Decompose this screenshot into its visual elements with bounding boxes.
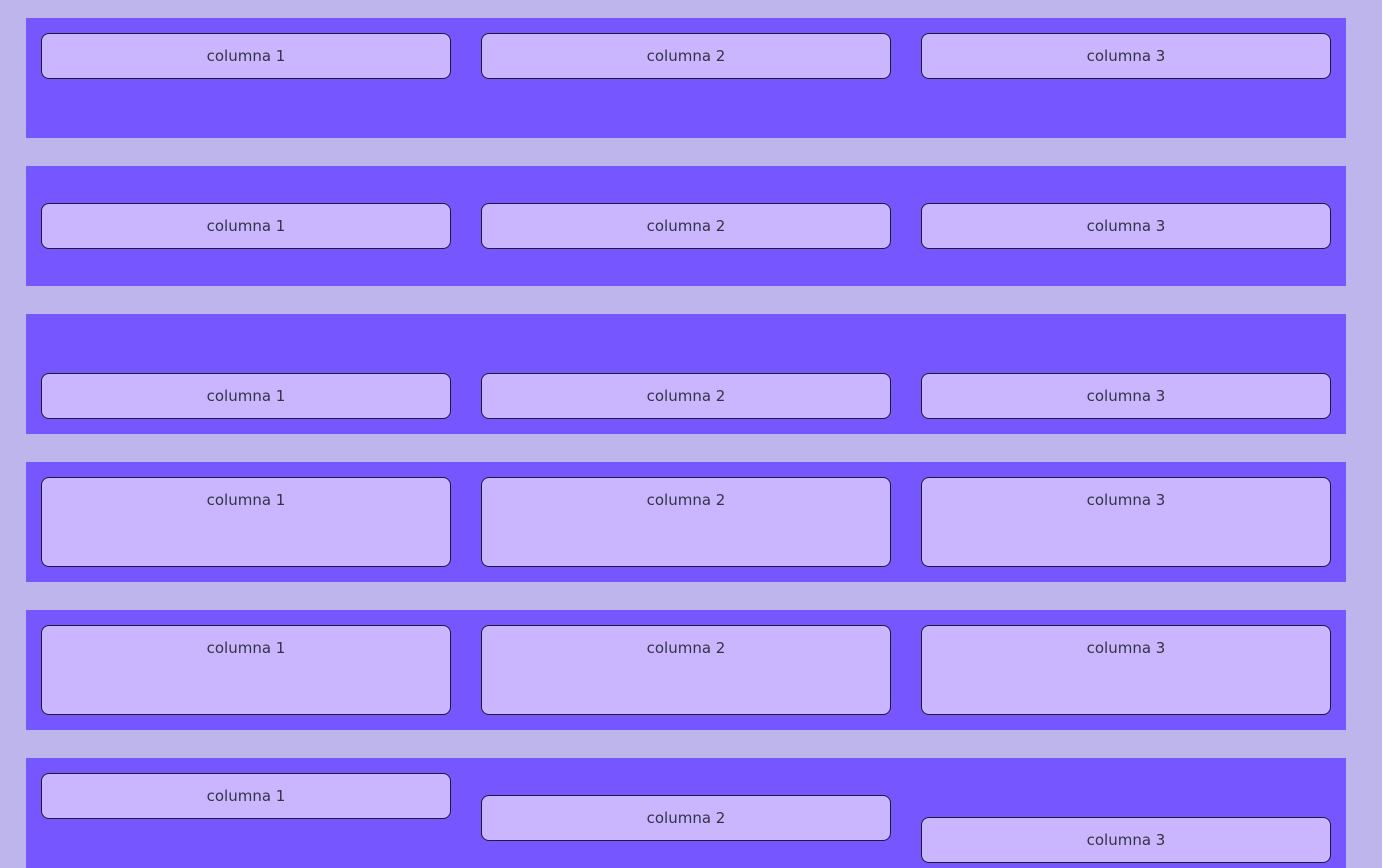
column-cell-2: columna 2: [481, 203, 891, 249]
row-align-end: columna 1 columna 2 columna 3: [26, 314, 1346, 434]
column-cell-2: columna 2: [481, 33, 891, 79]
column-cell-1: columna 1: [41, 477, 451, 567]
column-cell-3: columna 3: [921, 625, 1331, 715]
column-cell-1: columna 1: [41, 373, 451, 419]
column-cell-2: columna 2: [481, 625, 891, 715]
column-cell-1: columna 1: [41, 33, 451, 79]
column-cell-2: columna 2: [481, 477, 891, 567]
row-align-stretch-2: columna 1 columna 2 columna 3: [26, 610, 1346, 730]
column-cell-3: columna 3: [921, 33, 1331, 79]
column-cell-3: columna 3: [921, 203, 1331, 249]
layout-demo-page: columna 1 columna 2 columna 3 columna 1 …: [0, 0, 1382, 868]
column-cell-3: columna 3: [921, 817, 1331, 863]
column-cell-3: columna 3: [921, 477, 1331, 567]
column-cell-2: columna 2: [481, 373, 891, 419]
row-staggered: columna 1 columna 2 columna 3: [26, 758, 1346, 868]
column-cell-1: columna 1: [41, 203, 451, 249]
row-align-stretch: columna 1 columna 2 columna 3: [26, 462, 1346, 582]
row-align-start: columna 1 columna 2 columna 3: [26, 18, 1346, 138]
column-cell-2: columna 2: [481, 795, 891, 841]
column-cell-1: columna 1: [41, 625, 451, 715]
row-align-center: columna 1 columna 2 columna 3: [26, 166, 1346, 286]
column-cell-3: columna 3: [921, 373, 1331, 419]
column-cell-1: columna 1: [41, 773, 451, 819]
